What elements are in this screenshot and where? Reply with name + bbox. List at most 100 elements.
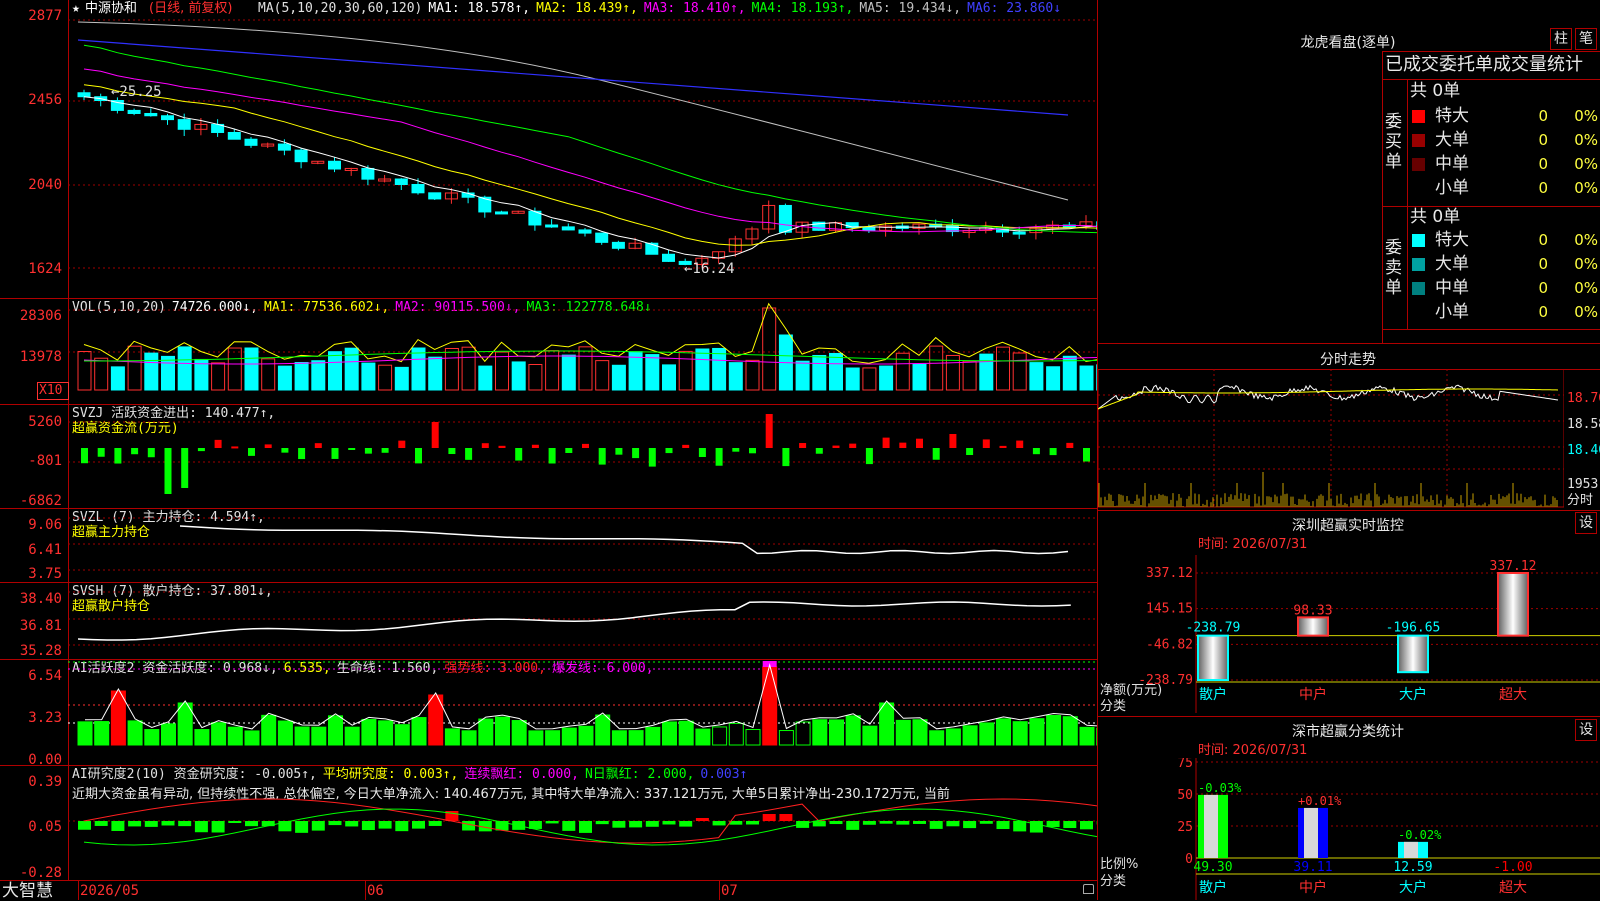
volume-chart[interactable] (0, 298, 1097, 404)
sell-row-count: 0 (1498, 302, 1548, 322)
ma-line (78, 40, 1068, 115)
money-flow-bar (849, 444, 856, 448)
research-bar (395, 821, 408, 831)
tick-view-button[interactable]: 笔 (1575, 28, 1597, 50)
research-bar (896, 821, 909, 825)
intraday-avg-line (1098, 389, 1558, 409)
activity-bar (880, 703, 894, 745)
research-bar (646, 821, 659, 827)
activity-bar (930, 731, 944, 745)
lock-icon[interactable] (1083, 884, 1094, 894)
buy-row-percent: 0% (1548, 154, 1598, 174)
volume-bar (930, 346, 943, 390)
volume-bar (880, 366, 893, 390)
activity-bar (813, 720, 827, 745)
right-panel-divider-2 (1098, 510, 1600, 511)
activity-bar (646, 727, 660, 745)
buy-row-label: 中单 (1435, 154, 1469, 174)
price-chart[interactable] (0, 0, 1097, 298)
dragon-bottom-line (1382, 329, 1600, 330)
sz-stats-category: 散户 (1199, 879, 1227, 896)
right-panel: 龙虎看盘(逐单) 柱 笔 已成交委托单成交量统计 委买单 委卖单 共 0单 共 … (1098, 0, 1600, 900)
sz-monitor-settings-button[interactable]: 设 (1575, 512, 1597, 534)
sz-stats-settings-button[interactable]: 设 (1575, 719, 1597, 741)
main-chart-area[interactable]: ★ 中源协和 (日线, 前复权) MA(5,10,20,30,60,120)MA… (0, 0, 1098, 900)
activity-bar (946, 729, 960, 745)
volume-bar (512, 362, 525, 390)
volume-bar (997, 347, 1010, 390)
dragon-header-line (1382, 51, 1600, 52)
research-bar (462, 821, 475, 831)
sz-monitor-chart[interactable]: 337.12145.15-46.82-238.79-238.79散户98.33中… (1098, 555, 1600, 715)
sz-monitor-time: 时间: 2026/07/31 (1198, 537, 1307, 552)
date-tick (78, 880, 79, 900)
dragon-board-title: 龙虎看盘(逐单) (1268, 32, 1428, 52)
volume-bar (395, 367, 408, 390)
money-flow-bar (565, 448, 572, 453)
money-flow-bar (716, 448, 723, 466)
volume-bar (813, 355, 826, 390)
net-amount-value: 98.33 (1293, 603, 1332, 618)
activity-bar (162, 724, 176, 745)
sz-stats-axis-tick: 0 (1185, 852, 1193, 867)
research-bar (779, 814, 792, 821)
ratio-change: -0.02% (1398, 828, 1442, 842)
money-flow-bar (281, 448, 288, 453)
activity-bar (529, 731, 543, 745)
volume-bar (612, 365, 625, 390)
money-flow-bar (499, 446, 506, 448)
research-bar (863, 821, 876, 825)
sell-side-label: 委卖单 (1385, 238, 1405, 298)
sell-row-swatch (1412, 258, 1425, 271)
sz-stats-axis-tick: 25 (1177, 820, 1193, 835)
activity-bar (846, 716, 860, 745)
research-bar (696, 818, 709, 821)
sz-monitor-category: 中户 (1299, 686, 1327, 703)
candle (663, 254, 675, 261)
volume-bar (462, 347, 475, 390)
ai-activity-chart[interactable] (0, 659, 1097, 765)
money-flow-chart[interactable] (0, 404, 1097, 508)
activity-bar (362, 719, 376, 745)
ma-line (84, 85, 1097, 245)
buy-side-label: 委买单 (1385, 112, 1405, 172)
activity-bar (663, 722, 677, 745)
volume-bar (78, 351, 91, 390)
main-force-chart[interactable] (0, 508, 1097, 582)
money-flow-bar (833, 446, 840, 448)
ma-line (84, 97, 1097, 258)
activity-bar (830, 720, 844, 745)
money-flow-bar (415, 448, 422, 463)
research-bar (612, 821, 625, 828)
research-bar (579, 821, 592, 833)
money-flow-bar (148, 448, 155, 457)
activity-bar (729, 723, 743, 745)
candle (245, 139, 257, 145)
candle (779, 205, 791, 232)
money-flow-bar (782, 448, 789, 466)
activity-bar (145, 730, 159, 745)
ratio-value: -1.00 (1493, 860, 1532, 875)
volume-bar (796, 361, 809, 390)
research-bar (295, 821, 308, 833)
retail-chart[interactable] (0, 582, 1097, 659)
intraday-chart[interactable] (1098, 369, 1564, 509)
money-flow-bar (248, 448, 255, 456)
intraday-axis-label: 1953 (1567, 477, 1598, 492)
bar-view-button[interactable]: 柱 (1550, 28, 1572, 50)
date-tick (719, 880, 720, 900)
money-flow-bar (348, 448, 355, 450)
buy-row-swatch (1412, 134, 1425, 147)
research-bar (980, 821, 993, 824)
money-flow-bar (1033, 448, 1040, 454)
pane-divider-7 (0, 880, 1098, 881)
ai-research-chart[interactable] (0, 765, 1097, 880)
buy-row-count: 0 (1498, 130, 1548, 150)
activity-bar (212, 723, 226, 745)
sz-stats-category: 大户 (1399, 879, 1427, 896)
sz-stats-chart[interactable]: 7550250-0.03%49.30散户+0.01%39.11中户-0.02%1… (1098, 758, 1600, 900)
money-flow-bar (549, 448, 556, 464)
research-bar (362, 821, 375, 830)
activity-bar (1013, 722, 1027, 745)
money-flow-bar (899, 443, 906, 448)
